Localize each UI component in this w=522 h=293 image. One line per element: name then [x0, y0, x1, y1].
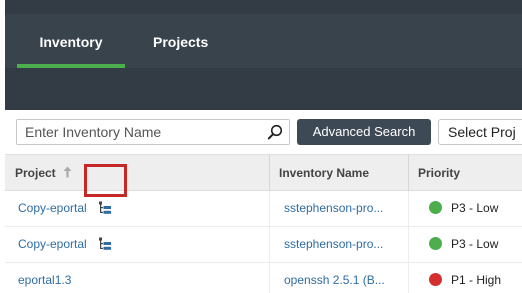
priority-cell: P3 - Low: [429, 191, 498, 226]
priority-cell: P3 - Low: [429, 227, 498, 262]
filter-toolbar: Advanced Search Select Proj: [0, 110, 522, 154]
column-header-inventory-name[interactable]: Inventory Name: [279, 155, 369, 191]
cell-divider: [408, 227, 409, 262]
top-nav-bar: Inventory Projects: [0, 0, 522, 110]
table-row[interactable]: eportal1.3 openssh 2.5.1 (B... P1 - High: [5, 263, 522, 293]
inventory-link[interactable]: sstephenson-pro...: [284, 227, 383, 262]
hierarchy-icon[interactable]: [98, 237, 112, 251]
cell-divider: [269, 227, 270, 262]
column-divider[interactable]: [408, 155, 409, 191]
active-tab-indicator: [17, 64, 125, 68]
table-row[interactable]: Copy-eportal sstephenson-pro... P3 - Low: [5, 227, 522, 263]
cell-divider: [408, 191, 409, 226]
priority-label: P3 - Low: [451, 201, 499, 215]
priority-label: P3 - Low: [451, 237, 499, 251]
tab-projects-label: Projects: [153, 34, 209, 50]
cell-divider: [269, 191, 270, 226]
column-header-project[interactable]: Project: [15, 155, 72, 191]
column-header-priority[interactable]: Priority: [418, 155, 460, 191]
table-row[interactable]: Copy-eportal sstephenson-pro... P3 - Low: [5, 191, 522, 227]
column-divider[interactable]: [269, 155, 270, 191]
tab-row: Inventory Projects: [5, 14, 522, 68]
search-box: [16, 119, 290, 145]
inventory-link[interactable]: sstephenson-pro...: [284, 191, 383, 226]
tab-projects[interactable]: Projects: [153, 14, 208, 68]
arrow-up-icon: [63, 166, 72, 178]
tab-inventory-label: Inventory: [39, 34, 103, 50]
cell-divider: [269, 263, 270, 293]
project-link[interactable]: Copy-eportal: [18, 191, 87, 226]
priority-high-dot: [429, 273, 442, 287]
project-link[interactable]: eportal1.3: [18, 263, 71, 293]
cell-divider: [408, 263, 409, 293]
table-header: Project Inventory Name Priority: [5, 154, 522, 191]
advanced-search-button[interactable]: Advanced Search: [297, 119, 431, 145]
search-icon[interactable]: [267, 124, 283, 140]
project-link[interactable]: Copy-eportal: [18, 227, 87, 262]
search-input[interactable]: [17, 120, 257, 144]
column-header-project-label: Project: [15, 166, 56, 180]
priority-low-dot: [429, 237, 442, 251]
priority-label: P1 - High: [451, 273, 502, 287]
hierarchy-icon[interactable]: [98, 201, 112, 215]
project-select[interactable]: Select Proj: [438, 119, 522, 145]
inventory-link[interactable]: openssh 2.5.1 (B...: [284, 263, 385, 293]
priority-low-dot: [429, 201, 442, 215]
tab-inventory[interactable]: Inventory: [17, 14, 125, 68]
priority-cell: P1 - High: [429, 263, 501, 293]
annotation-highlight-box: [84, 164, 127, 197]
